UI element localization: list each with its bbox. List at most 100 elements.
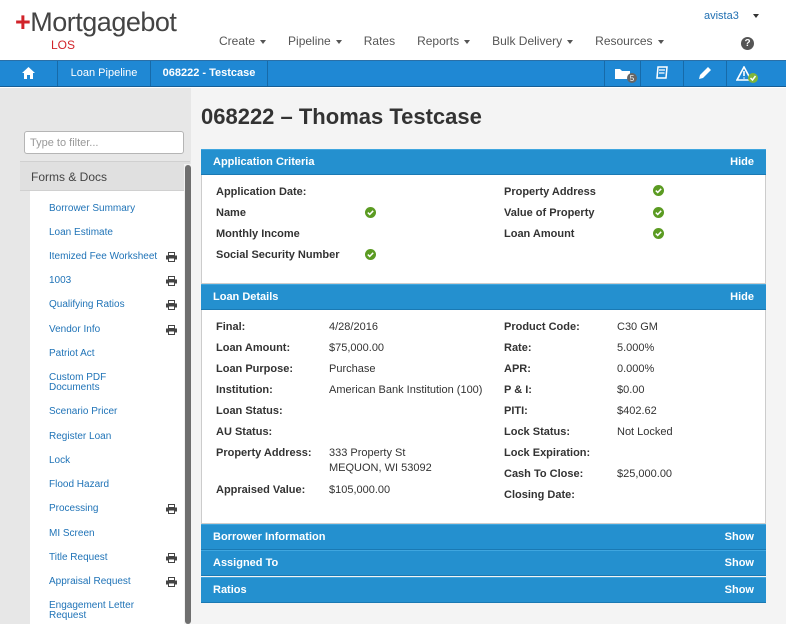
sidebar-item-scenario-pricer[interactable]: Scenario Pricer [49, 407, 181, 417]
assigned-to-header[interactable]: Assigned To Show [201, 550, 766, 576]
sidebar-item-loan-estimate[interactable]: Loan Estimate [49, 228, 181, 238]
show-toggle[interactable]: Show [725, 557, 754, 569]
menu-rates[interactable]: Rates [364, 34, 395, 48]
detail-label: Loan Status: [216, 405, 283, 417]
main-menu: Create Pipeline Rates Reports Bulk Deliv… [208, 34, 675, 48]
show-toggle[interactable]: Show [725, 584, 754, 596]
printer-icon[interactable] [166, 252, 177, 262]
check-circle-icon [653, 228, 664, 239]
menu-pipeline-label: Pipeline [288, 34, 331, 48]
sidebar-item-qualifying-ratios[interactable]: Qualifying Ratios [49, 300, 181, 310]
menu-reports[interactable]: Reports [417, 34, 471, 48]
printer-icon[interactable] [166, 553, 177, 563]
check-circle-icon [653, 207, 664, 218]
edit-button[interactable] [683, 61, 726, 86]
detail-value: 333 Property St [329, 447, 406, 459]
show-toggle[interactable]: Show [725, 531, 754, 543]
detail-value: $0.00 [617, 384, 645, 396]
sidebar-item-flood-hazard[interactable]: Flood Hazard [49, 480, 181, 490]
menu-rates-label: Rates [363, 34, 396, 48]
home-button[interactable] [0, 61, 58, 86]
sidebar-item-1003[interactable]: 1003 [49, 276, 181, 286]
sidebar-item-label: Engagement Letter Request [49, 600, 135, 621]
sidebar-item-vendor-info[interactable]: Vendor Info [49, 325, 181, 335]
detail-label: Institution: [216, 384, 273, 396]
section-title: Ratios [213, 584, 247, 596]
detail-value: Not Locked [617, 426, 673, 438]
section-title: Loan Details [213, 291, 279, 303]
menu-bulk-delivery[interactable]: Bulk Delivery [492, 34, 574, 48]
printer-icon[interactable] [166, 300, 177, 310]
hide-toggle[interactable]: Hide [730, 291, 754, 303]
detail-value: 4/28/2016 [329, 321, 378, 333]
sidebar-item-label: Qualifying Ratios [49, 299, 125, 310]
borrower-information-header[interactable]: Borrower Information Show [201, 524, 766, 550]
sidebar-item-processing[interactable]: Processing [49, 504, 181, 514]
sidebar-item-engagement-letter-request[interactable]: Engagement Letter Request [49, 601, 181, 621]
detail-label: APR: [504, 363, 531, 375]
menu-resources[interactable]: Resources [595, 34, 664, 48]
detail-label: AU Status: [216, 426, 273, 438]
home-icon [22, 67, 35, 79]
section-title: Borrower Information [213, 531, 326, 543]
sidebar-item-borrower-summary[interactable]: Borrower Summary [49, 204, 181, 214]
breadcrumb-current-loan[interactable]: 068222 - Testcase [151, 61, 268, 86]
chevron-down-icon [260, 39, 267, 44]
criteria-label: Name [216, 207, 246, 219]
sidebar-item-label: Loan Estimate [49, 227, 113, 238]
sidebar-item-mi-screen[interactable]: MI Screen [49, 529, 181, 539]
warning-check-icon [736, 66, 758, 83]
printer-icon[interactable] [166, 504, 177, 514]
menu-bulk-delivery-label: Bulk Delivery [492, 34, 563, 48]
chevron-down-icon [657, 39, 664, 44]
loan-details-header[interactable]: Loan Details Hide [201, 284, 766, 310]
menu-create[interactable]: Create [219, 34, 267, 48]
mortgagebot-logo[interactable]: +Mortgagebot LOS [15, 7, 177, 52]
detail-value: $105,000.00 [329, 484, 391, 496]
sidebar-item-register-loan[interactable]: Register Loan [49, 432, 181, 442]
detail-value: American Bank Institution (100) [329, 384, 483, 396]
user-menu[interactable]: avista3 [704, 10, 759, 22]
printer-icon[interactable] [166, 276, 177, 286]
page-title: 068222 – Thomas Testcase [201, 104, 482, 129]
sidebar-item-label: Appraisal Request [49, 576, 131, 587]
forms-docs-header[interactable]: Forms & Docs [20, 161, 190, 191]
section-title: Assigned To [213, 557, 279, 569]
menu-resources-label: Resources [595, 34, 653, 48]
criteria-label: Application Date: [216, 186, 307, 198]
application-criteria-header[interactable]: Application Criteria Hide [201, 149, 766, 175]
ratios-header[interactable]: Ratios Show [201, 577, 766, 603]
conditions-button[interactable] [726, 61, 769, 86]
detail-label: PITI: [504, 405, 528, 417]
printer-icon[interactable] [166, 577, 177, 587]
sidebar-item-lock[interactable]: Lock [49, 456, 181, 466]
logo-sub: LOS [51, 38, 76, 52]
top-header: +Mortgagebot LOS Create Pipeline Rates R… [0, 0, 786, 60]
sidebar-item-appraisal-request[interactable]: Appraisal Request [49, 577, 181, 587]
hide-toggle[interactable]: Hide [730, 156, 754, 168]
breadcrumb-loan-pipeline[interactable]: Loan Pipeline [58, 61, 151, 86]
sidebar-item-label: Borrower Summary [49, 203, 136, 214]
logo-text: Mortgagebot [30, 7, 177, 37]
sidebar-item-custom-pdf-documents[interactable]: Custom PDF Documents [49, 373, 181, 393]
help-icon[interactable]: ? [741, 37, 754, 50]
sidebar-item-title-request[interactable]: Title Request [49, 553, 181, 563]
detail-label: Lock Expiration: [504, 447, 591, 459]
check-circle-icon [365, 207, 376, 218]
sidebar-item-label: Processing [49, 503, 99, 514]
sidebar-item-patriot-act[interactable]: Patriot Act [49, 349, 181, 359]
book-button[interactable] [640, 61, 683, 86]
detail-label: Lock Status: [504, 426, 571, 438]
menu-pipeline[interactable]: Pipeline [288, 34, 342, 48]
chevron-down-icon [335, 39, 342, 44]
logo-plus: + [15, 7, 31, 37]
forms-list: Borrower Summary Loan Estimate Itemized … [30, 191, 184, 624]
sidebar-item-label: Vendor Info [49, 324, 101, 335]
detail-label: Loan Purpose: [216, 363, 294, 375]
sidebar-item-itemized-fee-worksheet[interactable]: Itemized Fee Worksheet [49, 252, 181, 262]
breadcrumb-bar: Loan Pipeline 068222 - Testcase 5 [0, 60, 786, 87]
detail-value: Purchase [329, 363, 376, 375]
filter-input[interactable] [24, 131, 184, 154]
sidebar-item-label: 1003 [49, 275, 72, 286]
printer-icon[interactable] [166, 325, 177, 335]
